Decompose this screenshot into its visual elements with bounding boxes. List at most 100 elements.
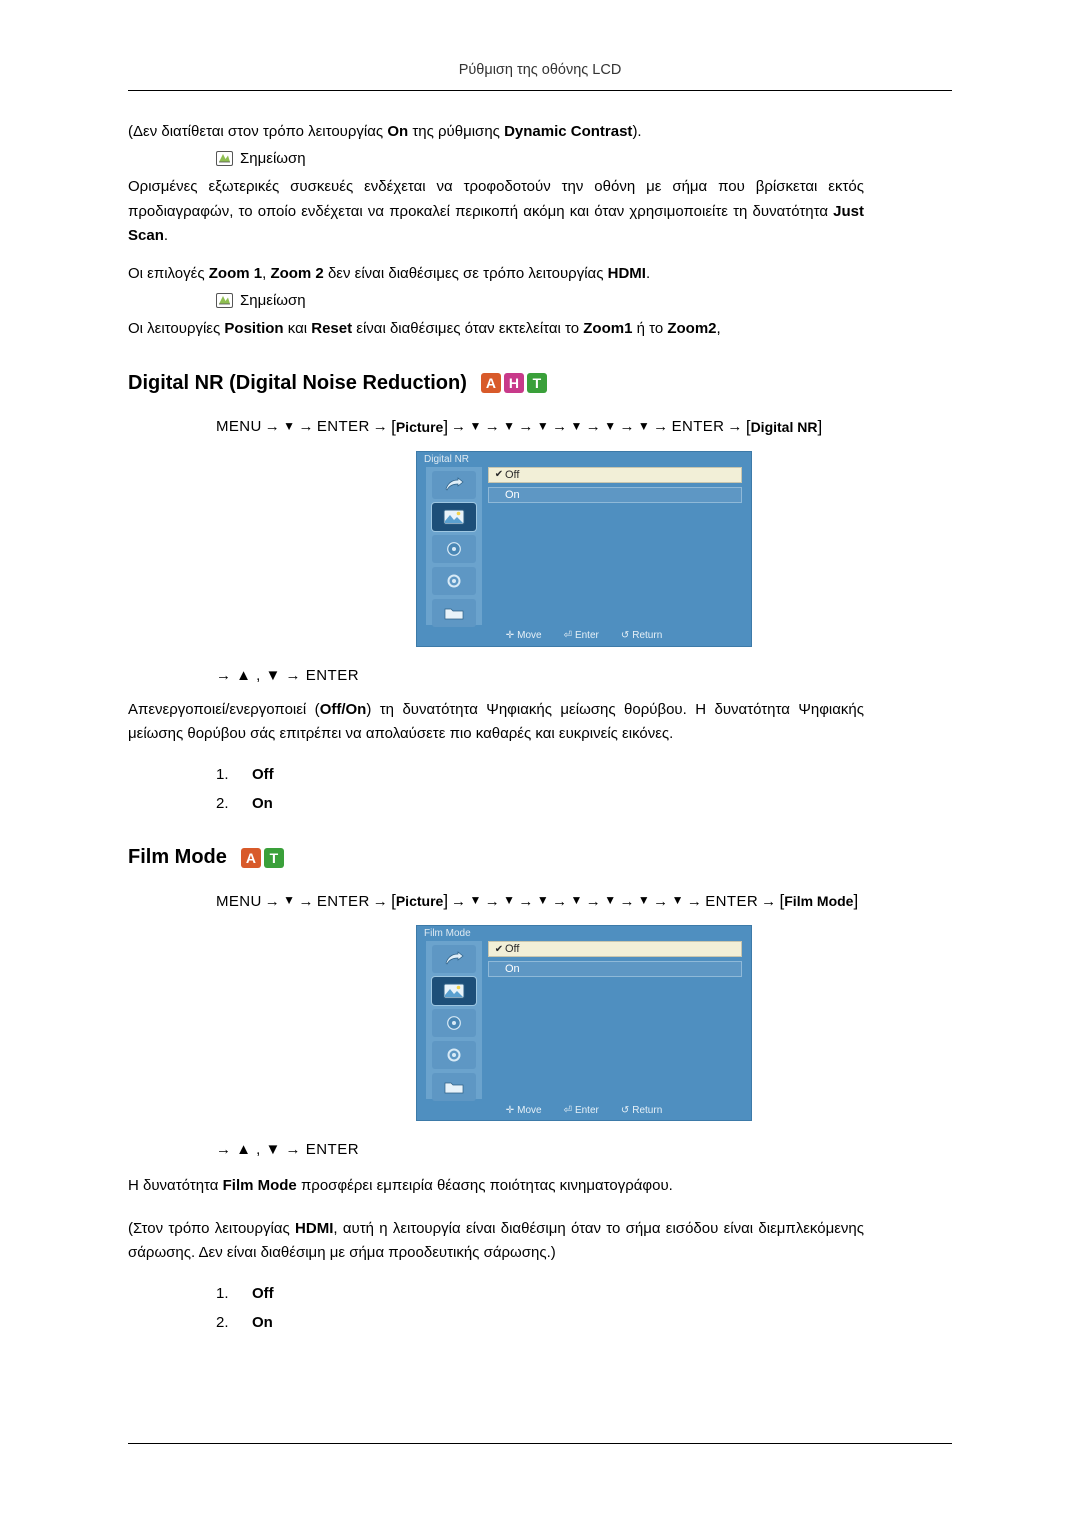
intro-text-1: (Δεν διατίθεται στον τρόπο λειτουργίας — [128, 123, 388, 140]
down-arrow-icon: ▼ — [469, 893, 482, 908]
osd-icon-column-1 — [426, 466, 482, 627]
page-header: Ρύθμιση της οθόνης LCD — [0, 62, 1080, 78]
osd-sound-icon — [432, 534, 476, 563]
osd-footer-1: ✛ Move ⏎ Enter ↺ Return — [426, 628, 742, 644]
osd-return-hint-2: ↺ Return — [621, 1105, 662, 1116]
option-number: 2. — [216, 1314, 229, 1332]
down-arrow-icon: ▼ — [637, 418, 651, 433]
osd-row-on-2[interactable]: On — [488, 961, 742, 978]
checkmark-icon: ✔ — [494, 943, 504, 955]
enter-icon: ⏎ — [563, 630, 572, 642]
menu-enter-1: ENTER — [316, 418, 370, 436]
down-arrow-icon: ▼ — [283, 418, 296, 433]
arrow-icon: → — [264, 418, 281, 436]
move-icon: ✛ — [505, 1104, 515, 1116]
down-arrow-icon: ▼ — [536, 893, 550, 908]
osd-row-label: On — [505, 963, 520, 976]
osd-screenshot-digital-nr: Digital NR ✔ Off On ✛ Move ⏎ Enter ↺ Ret… — [416, 450, 752, 647]
down-arrow-icon: ▼ — [503, 893, 516, 908]
osd-row-off-1[interactable]: ✔ Off — [488, 466, 742, 483]
osd-move-hint-2: ✛ Move — [506, 1105, 542, 1116]
menu-start-1: MENU — [216, 418, 262, 436]
menu-box-digital-nr-label: Digital NR — [750, 418, 818, 435]
intro-text-3: ). — [632, 123, 642, 140]
arrow-icon: → — [484, 892, 501, 910]
option-number: 1. — [216, 766, 229, 784]
header-divider — [128, 90, 952, 91]
para3-text-3: είναι διαθέσιμες όταν εκτελείται το — [352, 320, 584, 338]
badge-t-icon: T — [526, 373, 547, 394]
arrow-icon: → — [264, 892, 281, 910]
list-item: 1. Off — [216, 1285, 952, 1302]
osd-input-icon — [432, 945, 476, 974]
list-item: 1. Off — [216, 766, 952, 783]
arrow-icon: → — [686, 892, 703, 910]
arrow-icon: → — [552, 892, 568, 910]
para3-text-1: Οι λειτουργίες — [128, 320, 225, 338]
para2-bold-zoom1: Zoom 1 — [208, 265, 263, 283]
arrow-icon: → — [372, 418, 389, 436]
intro-paragraph: (Δεν διατίθεται στον τρόπο λειτουργίας O… — [128, 120, 864, 144]
arrow-icon: → — [585, 892, 602, 910]
intro-bold-dynamic-contrast: Dynamic Contrast — [504, 123, 633, 140]
para2-bold-hdmi: HDMI — [607, 265, 646, 283]
section-heading-film-mode: Film Mode A T — [128, 846, 952, 869]
osd-enter-hint-1: ⏎ Enter — [564, 630, 599, 641]
osd-enter-label-1: Enter — [574, 630, 599, 642]
section-heading-digital-nr: Digital NR (Digital Noise Reduction) A H… — [128, 372, 952, 395]
option-label: Off — [252, 1285, 274, 1303]
option-label: On — [252, 1314, 273, 1332]
description-digital-nr: Απενεργοποιεί/ενεργοποιεί (Off/On) τη δυ… — [128, 698, 864, 747]
paragraph-zoom: Οι επιλογές Zoom 1, Zoom 2 δεν είναι δια… — [128, 262, 864, 286]
para3-bold-position: Position — [224, 320, 284, 338]
menu-box-film-mode: [Film Mode] — [779, 891, 859, 911]
osd-row-on-1[interactable]: On — [488, 486, 742, 503]
desc1-text-1: Απενεργοποιεί/ενεργοποιεί ( — [128, 700, 320, 718]
arrow-icon: → — [518, 418, 534, 436]
description-film-mode-hdmi: (Στον τρόπο λειτουργίας HDMI, αυτή η λει… — [128, 1217, 864, 1266]
badge-t-icon: T — [263, 847, 284, 868]
description-film-mode: Η δυνατότητα Film Mode προσφέρει εμπειρί… — [128, 1174, 864, 1198]
para3-bold-reset: Reset — [311, 320, 353, 338]
desc1-bold-off-on: Off/On — [319, 700, 367, 718]
down-arrow-icon: ▼ — [604, 893, 617, 908]
osd-screenshot-film-mode: Film Mode ✔ Off On ✛ Move ⏎ Enter ↺ Retu… — [416, 925, 752, 1122]
para3-bold-zoom2: Zoom2 — [667, 320, 717, 338]
arrow-icon: → — [653, 892, 669, 910]
osd-row-label: On — [505, 488, 520, 501]
down-arrow-icon: ▼ — [503, 418, 516, 433]
osd-title-1: Digital NR — [424, 453, 470, 465]
osd-move-label-1: Move — [517, 630, 542, 642]
menu-enter-3: ENTER — [316, 892, 370, 910]
osd-row-off-2[interactable]: ✔ Off — [488, 941, 742, 958]
note-block-1: Σημείωση — [216, 150, 952, 167]
menu-enter-2: ENTER — [671, 418, 725, 436]
arrow-icon: → — [552, 418, 568, 436]
badge-h-icon: H — [503, 373, 524, 394]
badge-a-icon: A — [240, 847, 261, 868]
down-arrow-icon: ▼ — [637, 893, 651, 908]
arrow-icon: → — [298, 418, 314, 436]
osd-multicontrol-icon — [432, 1073, 476, 1102]
para3-bold-zoom1: Zoom1 — [583, 320, 633, 338]
osd-enter-label-2: Enter — [574, 1104, 599, 1116]
paragraph-just-scan: Ορισμένες εξωτερικές συσκευές ενδέχεται … — [128, 175, 864, 248]
note-label-1: Σημείωση — [240, 150, 306, 168]
para3-text-4: ή το — [632, 320, 668, 338]
document-content: (Δεν διατίθεται στον τρόπο λειτουργίας O… — [128, 120, 952, 1343]
osd-picture-icon — [432, 502, 476, 531]
arrow-icon: → — [484, 418, 501, 436]
menu-box-digital-nr: [Digital NR] — [745, 416, 823, 436]
note-icon — [216, 293, 233, 309]
para2-text-3: δεν είναι διαθέσιμες σε τρόπο λειτουργία… — [323, 265, 608, 283]
option-label: On — [252, 795, 273, 813]
osd-options-2: ✔ Off On — [488, 941, 742, 1099]
arrow-icon: → — [727, 418, 743, 436]
options-list-film-mode: 1. Off 2. On — [216, 1285, 952, 1331]
down-arrow-icon: ▼ — [570, 893, 583, 908]
sub-path-film-mode: → ▲ , ▼ → ENTER — [216, 1141, 360, 1159]
arrow-icon: → — [451, 418, 467, 436]
osd-options-1: ✔ Off On — [488, 466, 742, 625]
osd-return-label-1: Return — [632, 630, 663, 642]
badge-a-icon: A — [480, 373, 501, 394]
